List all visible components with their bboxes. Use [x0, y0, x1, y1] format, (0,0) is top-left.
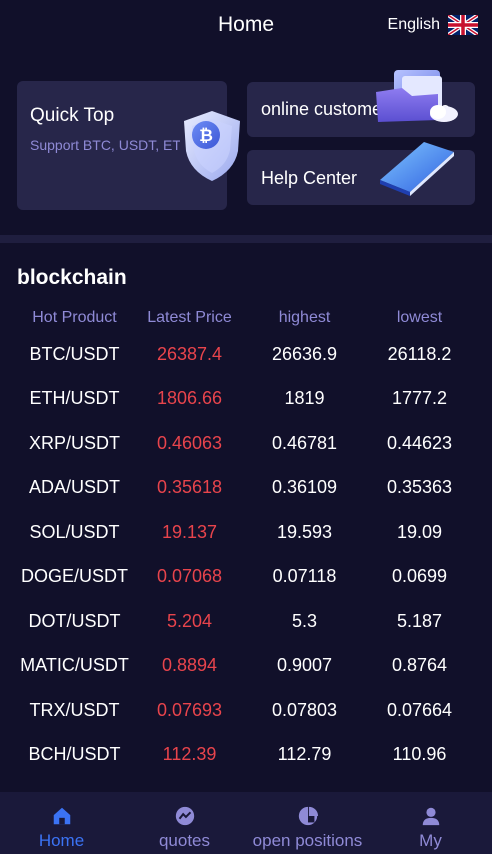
header-latest-price: Latest Price [147, 309, 232, 326]
latest-price: 0.46063 [156, 432, 223, 453]
section-title: blockchain [17, 266, 127, 289]
lowest-price: 0.07664 [386, 699, 453, 720]
nav-home[interactable]: Home [0, 792, 123, 854]
pair-name: DOT/USDT [28, 610, 121, 631]
section-divider [0, 235, 492, 243]
nav-home-label: Home [38, 831, 85, 850]
highest-price: 0.46781 [271, 432, 338, 453]
pie-chart-icon [298, 806, 318, 826]
latest-price: 0.07693 [156, 699, 223, 720]
latest-price: 0.35618 [156, 477, 223, 498]
pair-name: ETH/USDT [29, 388, 120, 409]
lowest-price: 110.96 [392, 744, 447, 765]
help-center-title: Help Center [261, 168, 358, 188]
table-row[interactable]: TRX/USDT 0.07693 0.07803 0.07664 [17, 688, 492, 733]
pair-name: ADA/USDT [28, 477, 120, 498]
pair-name: BTC/USDT [29, 343, 120, 364]
pair-name: MATIC/USDT [20, 655, 129, 676]
nav-quotes-label: quotes [158, 831, 211, 850]
table-row[interactable]: DOT/USDT 5.204 5.3 5.187 [17, 599, 492, 644]
pair-name: BCH/USDT [28, 744, 121, 765]
nav-my[interactable]: My [369, 792, 492, 854]
table-row[interactable]: MATIC/USDT 0.8894 0.9007 0.8764 [17, 644, 492, 689]
quick-top-subtitle: Support BTC, USDT, ETH [30, 137, 180, 153]
folder-icon [376, 70, 458, 122]
table-row[interactable]: ETH/USDT 1806.66 1819 1777.2 [17, 377, 492, 422]
highest-price: 0.9007 [276, 655, 333, 676]
book-icon [380, 142, 454, 196]
highest-price: 26636.9 [271, 343, 338, 364]
highest-price: 1819 [284, 388, 325, 409]
lowest-price: 5.187 [396, 610, 443, 631]
highest-price: 0.07118 [272, 566, 337, 587]
highest-price: 0.07803 [271, 699, 338, 720]
lowest-price: 0.0699 [391, 566, 448, 587]
lowest-price: 1777.2 [391, 388, 448, 409]
svg-text:₿: ₿ [199, 126, 213, 146]
latest-price: 0.07068 [156, 566, 223, 587]
home-icon [53, 807, 70, 825]
quick-top-title: Quick Top [30, 105, 115, 126]
bottom-nav: Home quotes open positions My [0, 792, 492, 854]
latest-price: 112.39 [162, 744, 217, 765]
pair-name: SOL/USDT [29, 521, 120, 542]
uk-flag-icon [448, 15, 478, 35]
highest-price: 112.79 [277, 744, 332, 765]
header-lowest: lowest [396, 309, 443, 326]
user-icon [422, 807, 439, 826]
nav-open-positions[interactable]: open positions [246, 792, 369, 854]
latest-price: 19.137 [161, 521, 218, 542]
pair-name: DOGE/USDT [20, 566, 128, 587]
pair-name: XRP/USDT [28, 432, 120, 453]
lowest-price: 19.09 [396, 521, 443, 542]
top-bar: Home English [0, 0, 492, 54]
table-row[interactable]: BCH/USDT 112.39 112.79 110.96 [17, 733, 492, 778]
header-hot-product: Hot Product [32, 309, 117, 326]
table-row[interactable]: XRP/USDT 0.46063 0.46781 0.44623 [17, 421, 492, 466]
table-row[interactable]: DOGE/USDT 0.07068 0.07118 0.0699 [17, 555, 492, 600]
highest-price: 0.36109 [271, 477, 338, 498]
chart-icon [175, 806, 194, 826]
table-row[interactable]: ADA/USDT 0.35618 0.36109 0.35363 [17, 466, 492, 511]
language-selector[interactable]: English [388, 15, 478, 35]
table-row[interactable]: BTC/USDT 26387.4 26636.9 26118.2 [17, 332, 492, 377]
latest-price: 1806.66 [156, 388, 223, 409]
highest-price: 19.593 [276, 521, 333, 542]
table-row[interactable]: SOL/USDT 19.137 19.593 19.09 [17, 510, 492, 555]
lowest-price: 0.8764 [391, 655, 448, 676]
language-label: English [387, 16, 440, 33]
latest-price: 5.204 [166, 610, 213, 631]
market-table: Hot Product Latest Price highest lowest … [17, 304, 492, 777]
lowest-price: 0.44623 [386, 432, 453, 453]
bitcoin-shield-icon: ₿ [184, 111, 240, 181]
lowest-price: 0.35363 [386, 477, 453, 498]
pair-name: TRX/USDT [29, 699, 120, 720]
nav-quotes[interactable]: quotes [123, 792, 246, 854]
header-highest: highest [278, 309, 331, 326]
latest-price: 26387.4 [156, 343, 223, 364]
highest-price: 5.3 [291, 610, 318, 631]
nav-my-label: My [419, 831, 442, 850]
latest-price: 0.8894 [161, 655, 218, 676]
nav-open-positions-label: open positions [252, 831, 363, 850]
lowest-price: 26118.2 [387, 343, 452, 364]
table-header: Hot Product Latest Price highest lowest [17, 304, 492, 332]
